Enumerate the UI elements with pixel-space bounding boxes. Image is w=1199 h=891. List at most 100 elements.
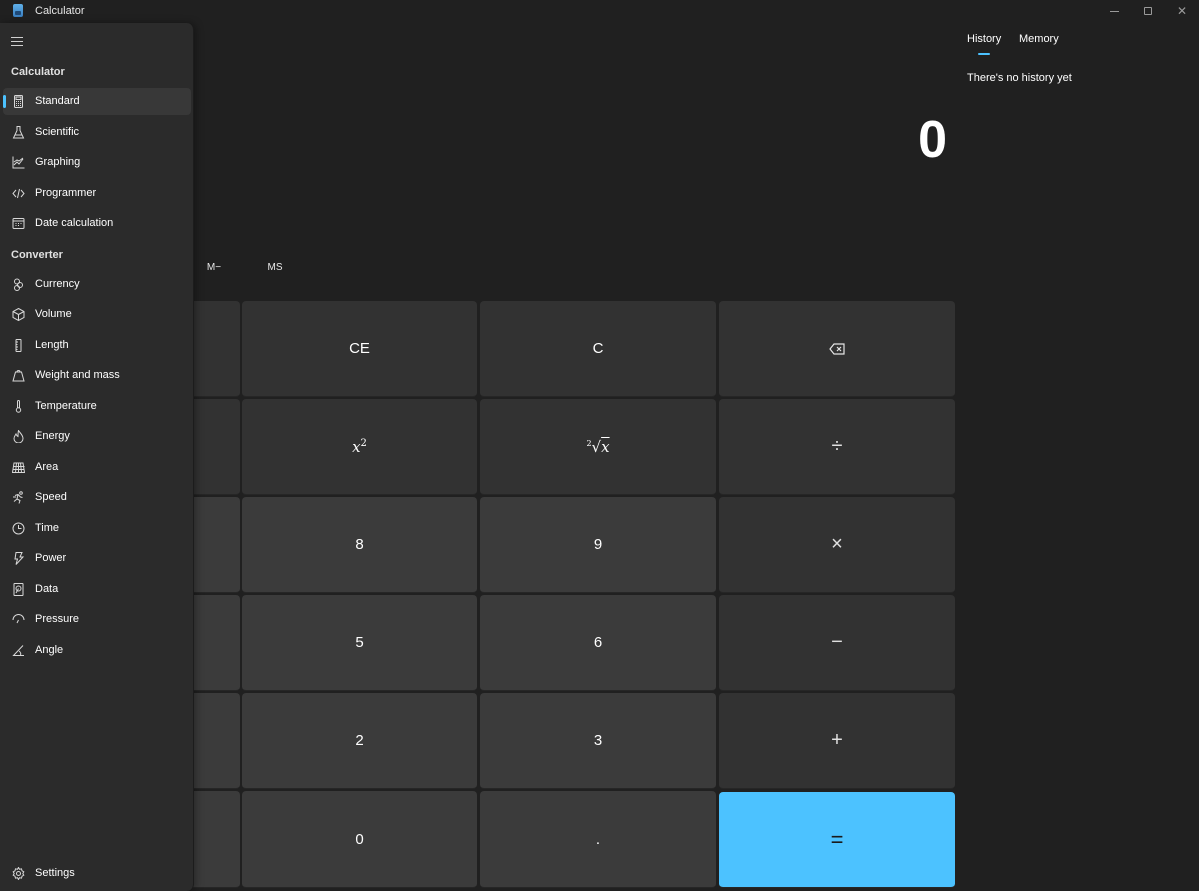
maximize-icon: [1144, 7, 1152, 15]
sidebar-item-graphing[interactable]: Graphing: [3, 149, 191, 176]
key-label: .: [595, 830, 601, 848]
sidebar-item-settings[interactable]: Settings: [3, 860, 191, 887]
grid-icon: [11, 460, 25, 474]
key-divide[interactable]: ÷: [719, 399, 955, 495]
thermometer-icon: [11, 399, 25, 413]
minimize-icon: [1109, 10, 1119, 12]
key-6[interactable]: 6: [480, 595, 716, 691]
calculator-app-icon: [13, 4, 23, 17]
nav-label: Volume: [35, 308, 72, 320]
key-clear[interactable]: C: [480, 301, 716, 397]
minimize-button[interactable]: [1097, 0, 1131, 22]
sidebar-item-date-calculation[interactable]: Date calculation: [3, 210, 191, 237]
ruler-icon: [11, 338, 25, 352]
nav-label: Date calculation: [35, 217, 114, 229]
data-icon: [11, 582, 25, 596]
key-label: 8: [355, 536, 364, 553]
key-add[interactable]: +: [719, 693, 955, 789]
nav-label: Length: [35, 339, 69, 351]
sidebar-item-length[interactable]: Length: [3, 332, 191, 359]
maximize-button[interactable]: [1131, 0, 1165, 22]
history-empty-message: There's no history yet: [967, 72, 1072, 84]
key-8[interactable]: 8: [242, 497, 477, 593]
sidebar-item-pressure[interactable]: Pressure: [3, 606, 191, 633]
active-tab-indicator: [978, 53, 990, 55]
tab-memory[interactable]: Memory: [1019, 33, 1059, 45]
sidebar-item-time[interactable]: Time: [3, 515, 191, 542]
key-clear-entry[interactable]: CE: [242, 301, 477, 397]
calculator-icon: [11, 94, 25, 108]
nav-label: Angle: [35, 644, 64, 656]
flame-icon: [11, 429, 25, 443]
sidebar-item-currency[interactable]: Currency: [3, 271, 191, 298]
tab-history[interactable]: History: [967, 33, 1001, 45]
nav-label: Programmer: [35, 187, 97, 199]
key-decimal[interactable]: .: [480, 791, 716, 888]
graph-icon: [11, 155, 25, 169]
runner-icon: [11, 490, 25, 504]
sidebar-item-area[interactable]: Area: [3, 454, 191, 481]
sidebar-item-energy[interactable]: Energy: [3, 423, 191, 450]
nav-label: Scientific: [35, 126, 80, 138]
key-label: 2: [355, 732, 364, 749]
gauge-icon: [11, 612, 25, 626]
sidebar-item-programmer[interactable]: Programmer: [3, 180, 191, 207]
sidebar-item-angle[interactable]: Angle: [3, 637, 191, 664]
key-2[interactable]: 2: [242, 693, 477, 789]
memory-subtract-button[interactable]: M−: [194, 262, 234, 273]
memory-store-button[interactable]: MS: [255, 262, 295, 273]
selection-indicator: [3, 95, 6, 108]
key-equals[interactable]: =: [719, 792, 955, 888]
multiply-icon: ×: [831, 533, 843, 555]
code-icon: [11, 186, 25, 200]
gear-icon: [11, 866, 25, 880]
key-9[interactable]: 9: [480, 497, 716, 593]
nav-label: Standard: [35, 95, 80, 107]
key-label: 3: [593, 732, 603, 749]
key-label: 6: [593, 634, 603, 651]
nav-section-converter: Converter: [11, 249, 63, 261]
key-square[interactable]: x2: [242, 399, 477, 495]
app-title: Calculator: [35, 5, 85, 17]
key-multiply[interactable]: ×: [719, 497, 955, 593]
nav-label: Speed: [35, 491, 67, 503]
nav-label: Power: [35, 552, 67, 564]
calendar-icon: [11, 216, 25, 230]
key-square-root[interactable]: 2√x: [480, 399, 716, 495]
key-label: 0: [355, 830, 364, 848]
weight-icon: [11, 368, 25, 382]
key-backspace[interactable]: [719, 301, 955, 397]
lightning-icon: [11, 551, 25, 565]
nav-label: Area: [35, 461, 59, 473]
square-root-label: 2√x: [586, 437, 610, 456]
title-bar: Calculator ✕: [0, 0, 1199, 22]
hamburger-icon[interactable]: [11, 37, 23, 46]
sidebar-item-power[interactable]: Power: [3, 545, 191, 572]
sidebar-item-speed[interactable]: Speed: [3, 484, 191, 511]
navigation-pane: Calculator Standard Scientific Graphing …: [0, 23, 194, 891]
sidebar-item-volume[interactable]: Volume: [3, 301, 191, 328]
key-3[interactable]: 3: [480, 693, 716, 789]
close-icon: ✕: [1176, 4, 1188, 18]
key-5[interactable]: 5: [242, 595, 477, 691]
sidebar-item-scientific[interactable]: Scientific: [3, 119, 191, 146]
minus-icon: −: [831, 631, 843, 653]
nav-label: Pressure: [35, 613, 80, 625]
key-label: 5: [355, 634, 364, 651]
backspace-icon: [829, 342, 845, 355]
key-0[interactable]: 0: [242, 791, 477, 888]
angle-icon: [11, 643, 25, 657]
key-label: CE: [349, 340, 370, 357]
sidebar-item-weight-and-mass[interactable]: Weight and mass: [3, 362, 191, 389]
close-button[interactable]: ✕: [1165, 0, 1199, 22]
sidebar-item-temperature[interactable]: Temperature: [3, 393, 191, 420]
nav-label: Settings: [35, 867, 75, 879]
sidebar-item-standard[interactable]: Standard: [3, 88, 191, 115]
nav-label: Energy: [35, 430, 70, 442]
divide-icon: ÷: [831, 435, 843, 457]
nav-label: Temperature: [35, 400, 97, 412]
nav-label: Data: [35, 583, 59, 595]
sidebar-item-data[interactable]: Data: [3, 576, 191, 603]
plus-icon: +: [831, 729, 843, 751]
key-subtract[interactable]: −: [719, 595, 955, 691]
